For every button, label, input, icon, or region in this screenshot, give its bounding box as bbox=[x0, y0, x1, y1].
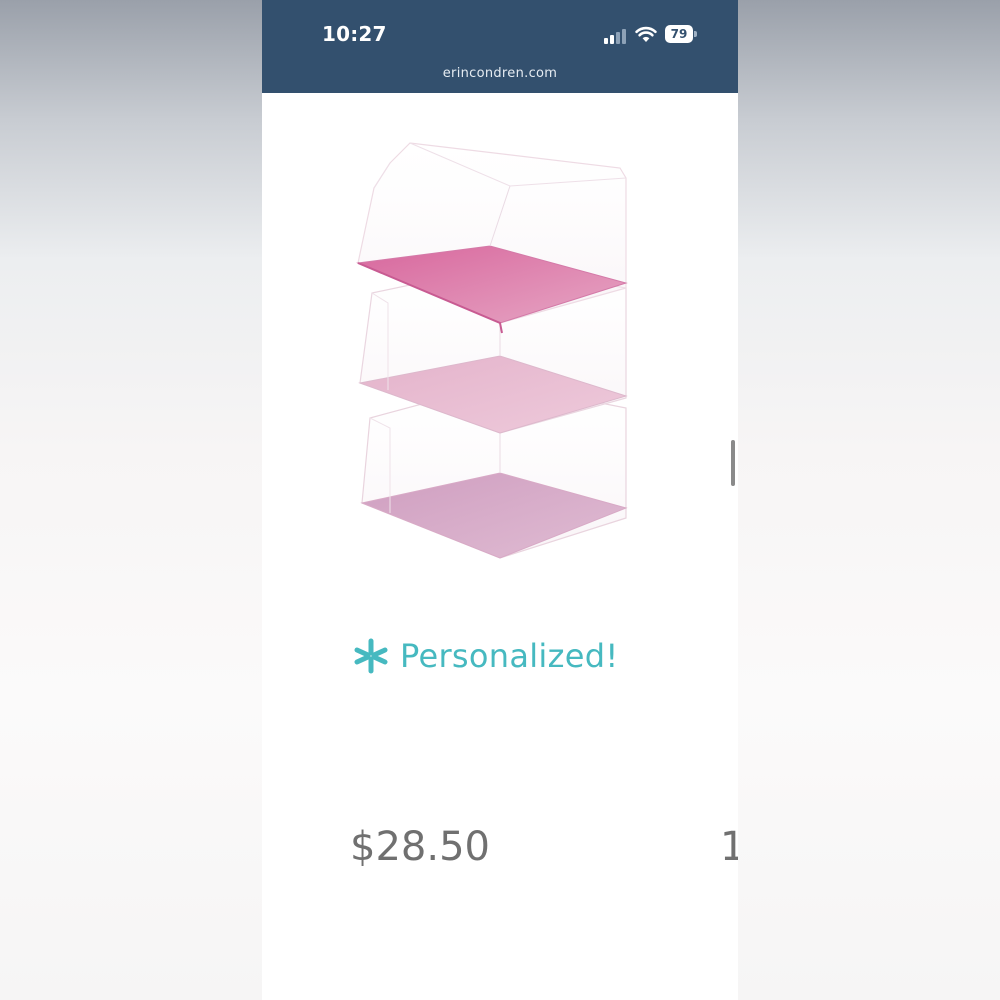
quantity-value[interactable]: 1 bbox=[720, 824, 738, 870]
product-price: $28.50 bbox=[350, 824, 490, 870]
phone-screen: 10:27 79 erincondren.com Personalized! $… bbox=[262, 0, 738, 1000]
status-bar: 10:27 79 erincondren.com bbox=[262, 0, 738, 93]
signal-icon bbox=[604, 28, 628, 44]
personalized-badge: Personalized! bbox=[352, 632, 618, 680]
personalized-label: Personalized! bbox=[400, 637, 619, 675]
asterisk-icon bbox=[354, 638, 388, 674]
battery-icon: 79 bbox=[665, 25, 697, 43]
battery-level: 79 bbox=[665, 25, 693, 43]
stacked-acrylic-bins-image[interactable] bbox=[350, 128, 640, 578]
status-time: 10:27 bbox=[322, 22, 387, 46]
wifi-icon bbox=[635, 26, 657, 42]
scroll-indicator[interactable] bbox=[731, 440, 735, 486]
address-bar-url[interactable]: erincondren.com bbox=[262, 66, 738, 81]
